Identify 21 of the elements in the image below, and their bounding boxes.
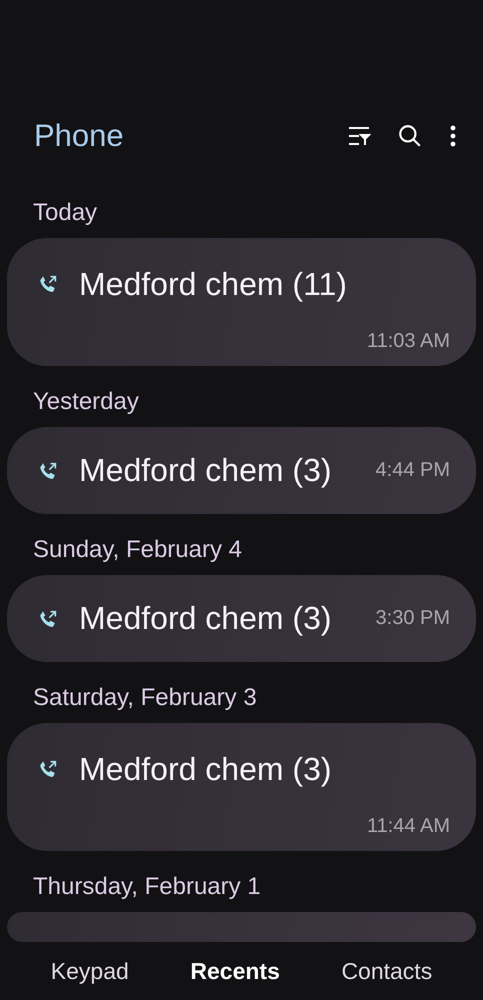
call-time: 3:30 PM xyxy=(376,607,450,630)
contact-name: Medford chem (3) xyxy=(79,600,333,637)
call-card[interactable]: Medford chem (3) 3:30 PM xyxy=(7,575,476,662)
call-card[interactable]: Medford chem (11) 11:03 AM xyxy=(7,238,476,366)
call-time: 11:03 AM xyxy=(366,330,450,353)
call-card[interactable]: Medford chem (3) 4:44 PM xyxy=(7,427,476,514)
call-time: 4:44 PM xyxy=(376,459,450,482)
date-header: Yesterday xyxy=(32,387,140,417)
date-header: Saturday, February 3 xyxy=(32,683,258,713)
contact-name: Medford chem (11) xyxy=(79,266,348,302)
call-card[interactable]: Medford chem (3) 11:44 AM xyxy=(7,723,476,851)
date-header: Sunday, February 4 xyxy=(32,535,244,565)
nav-tab[interactable]: Recents xyxy=(182,954,288,988)
call-time: 11:44 AM xyxy=(366,815,450,838)
date-header: Today xyxy=(32,198,98,228)
date-header: Thursday, February 1 xyxy=(32,872,262,902)
app-title: Phone xyxy=(34,118,125,154)
contact-name: Medford chem (3) xyxy=(79,750,333,788)
contact-name: Medford chem (3) xyxy=(79,452,333,489)
nav-tab[interactable]: Keypad xyxy=(42,954,137,988)
nav-tab[interactable]: Contacts xyxy=(333,954,440,988)
